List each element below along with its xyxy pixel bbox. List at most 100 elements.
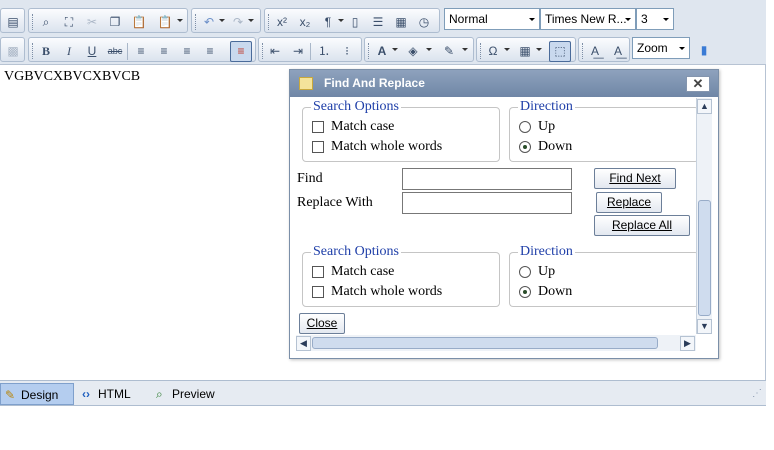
paste-icon[interactable]: 📋 <box>131 14 147 30</box>
italic-icon[interactable]: I <box>61 43 77 59</box>
replace-button[interactable]: Replace <box>596 192 662 213</box>
dialog-vertical-scrollbar[interactable]: ▲ ▼ <box>696 98 712 334</box>
chevron-down-icon <box>529 18 535 21</box>
ajax-spellcheck-icon[interactable]: A͟ <box>610 43 626 59</box>
direction-up-radio-top[interactable] <box>519 121 531 133</box>
size-select[interactable]: 3 <box>636 8 674 30</box>
toolbar-grip[interactable] <box>195 14 199 30</box>
toolbar-group-spell: A͟ A͟ <box>578 37 630 62</box>
match-case-checkbox-top[interactable] <box>312 121 324 133</box>
toolbar-grip[interactable] <box>262 43 266 59</box>
horizontal-scroll-thumb[interactable] <box>312 337 658 349</box>
chevron-down-icon <box>679 47 685 50</box>
toolbar-grip[interactable] <box>268 14 272 30</box>
font-color-icon[interactable]: A <box>374 43 390 59</box>
insert-table-icon[interactable]: ▦ <box>517 43 533 59</box>
chevron-down-icon <box>663 18 669 21</box>
justify-icon[interactable]: ≡ <box>202 43 218 59</box>
spell-check-icon[interactable]: A͟ <box>587 43 603 59</box>
toolbar-grip[interactable] <box>368 43 372 59</box>
underline-icon[interactable]: U <box>84 43 100 59</box>
align-left-icon[interactable]: ≡ <box>133 43 149 59</box>
insert-time-icon[interactable]: ◷ <box>416 14 432 30</box>
toolbar-grip[interactable] <box>480 43 484 59</box>
dialog-titlebar[interactable]: Find And Replace ✕ <box>290 70 718 97</box>
highlight-color-icon[interactable]: ◈ <box>405 43 421 59</box>
magnifier-icon: ⌕ <box>156 387 163 401</box>
chevron-down-icon[interactable] <box>462 48 468 51</box>
insert-date-icon[interactable]: ▦ <box>393 14 409 30</box>
replace-input[interactable] <box>402 192 572 214</box>
toolbar-separator <box>310 43 311 60</box>
insert-page-icon[interactable]: ▯ <box>347 14 363 30</box>
replace-all-button[interactable]: Replace All <box>594 215 690 236</box>
horizontal-rule-icon[interactable]: ☰ <box>370 14 386 30</box>
font-select[interactable]: Times New R... <box>540 8 636 30</box>
toolbar-area: ▤ ⌕ ⛶ ✂ ❐ 📋 📋 ↶ ↷ x² x₂ ¶ ▯ ☰ ▦ ◷ Normal… <box>0 0 766 65</box>
cut-icon[interactable]: ✂ <box>84 14 100 30</box>
undo-icon[interactable]: ↶ <box>201 14 217 30</box>
toolbar-grip[interactable] <box>32 43 36 59</box>
close-button[interactable]: Close <box>299 313 345 334</box>
bold-icon[interactable]: B <box>38 43 54 59</box>
copy-icon[interactable]: ❐ <box>107 14 123 30</box>
vertical-scroll-thumb[interactable] <box>698 200 711 316</box>
match-whole-words-checkbox-top[interactable] <box>312 141 324 153</box>
format-brush-icon[interactable]: ✎ <box>441 43 457 59</box>
match-whole-words-checkbox[interactable] <box>312 286 324 298</box>
resize-grip-icon[interactable]: ⋰ <box>752 388 762 399</box>
find-next-button[interactable]: Find Next <box>594 168 676 189</box>
direction-up-radio[interactable] <box>519 266 531 278</box>
indent-icon[interactable]: ⇥ <box>290 43 306 59</box>
scroll-down-icon[interactable]: ▼ <box>697 319 712 334</box>
select-all-icon[interactable]: ⛶ <box>61 14 77 30</box>
print-icon[interactable]: ▤ <box>5 14 21 30</box>
toolbar-grip[interactable] <box>582 43 586 59</box>
zoom-select[interactable]: Zoom <box>632 37 690 59</box>
special-character-icon[interactable]: Ω <box>485 43 501 59</box>
code-icon: ‹› <box>82 387 90 401</box>
direction-legend: Direction <box>518 99 575 115</box>
justify-none-icon: ≡ <box>237 44 245 58</box>
dialog-horizontal-scrollbar[interactable]: ◀ ▶ <box>296 335 696 351</box>
direction-down-radio-top[interactable] <box>519 141 531 153</box>
scroll-right-icon[interactable]: ▶ <box>680 336 695 351</box>
format-select[interactable]: Normal <box>444 8 540 30</box>
redo-icon[interactable]: ↷ <box>230 14 246 30</box>
direction-down-radio[interactable] <box>519 286 531 298</box>
find-input[interactable] <box>402 168 572 190</box>
match-case-checkbox[interactable] <box>312 266 324 278</box>
align-right-icon[interactable]: ≡ <box>179 43 195 59</box>
format-select-value: Normal <box>449 12 488 26</box>
paragraph-icon[interactable]: ¶ <box>320 14 336 30</box>
font-select-value: Times New R... <box>545 12 627 26</box>
align-center-icon[interactable]: ≡ <box>156 43 172 59</box>
toolbar-group-special: Ω ▦ ⬚ <box>476 37 576 62</box>
chevron-down-icon[interactable] <box>248 19 254 22</box>
outdent-icon[interactable]: ⇤ <box>267 43 283 59</box>
tab-preview[interactable]: ⌕ Preview <box>152 383 224 405</box>
find-icon[interactable]: ⌕ <box>38 14 54 30</box>
chevron-down-icon[interactable] <box>426 48 432 51</box>
subscript-icon[interactable]: x₂ <box>297 14 313 30</box>
chevron-down-icon[interactable] <box>504 48 510 51</box>
module-manager-icon[interactable]: ▮ <box>696 42 712 58</box>
chevron-down-icon[interactable] <box>338 19 344 22</box>
dialog-close-button[interactable]: ✕ <box>686 76 710 92</box>
chevron-down-icon[interactable] <box>392 48 398 51</box>
numbered-list-icon[interactable]: ⒈ <box>316 43 332 59</box>
strikethrough-icon[interactable]: abc <box>107 43 123 59</box>
tab-design[interactable]: ✎ Design <box>0 383 74 405</box>
scroll-up-icon[interactable]: ▲ <box>697 99 712 114</box>
paste-special-icon[interactable]: 📋 <box>157 14 173 30</box>
tab-html[interactable]: ‹› HTML <box>78 383 138 405</box>
chevron-down-icon[interactable] <box>536 48 542 51</box>
chevron-down-icon[interactable] <box>177 19 183 22</box>
chevron-down-icon[interactable] <box>219 19 225 22</box>
toolbar-grip[interactable] <box>32 14 36 30</box>
bulleted-list-icon[interactable]: ⁝ <box>339 43 355 59</box>
direction-up-label: Up <box>538 264 556 279</box>
superscript-icon[interactable]: x² <box>274 14 290 30</box>
scroll-left-icon[interactable]: ◀ <box>296 336 311 351</box>
image-map-icon[interactable]: ▩ <box>5 43 21 59</box>
